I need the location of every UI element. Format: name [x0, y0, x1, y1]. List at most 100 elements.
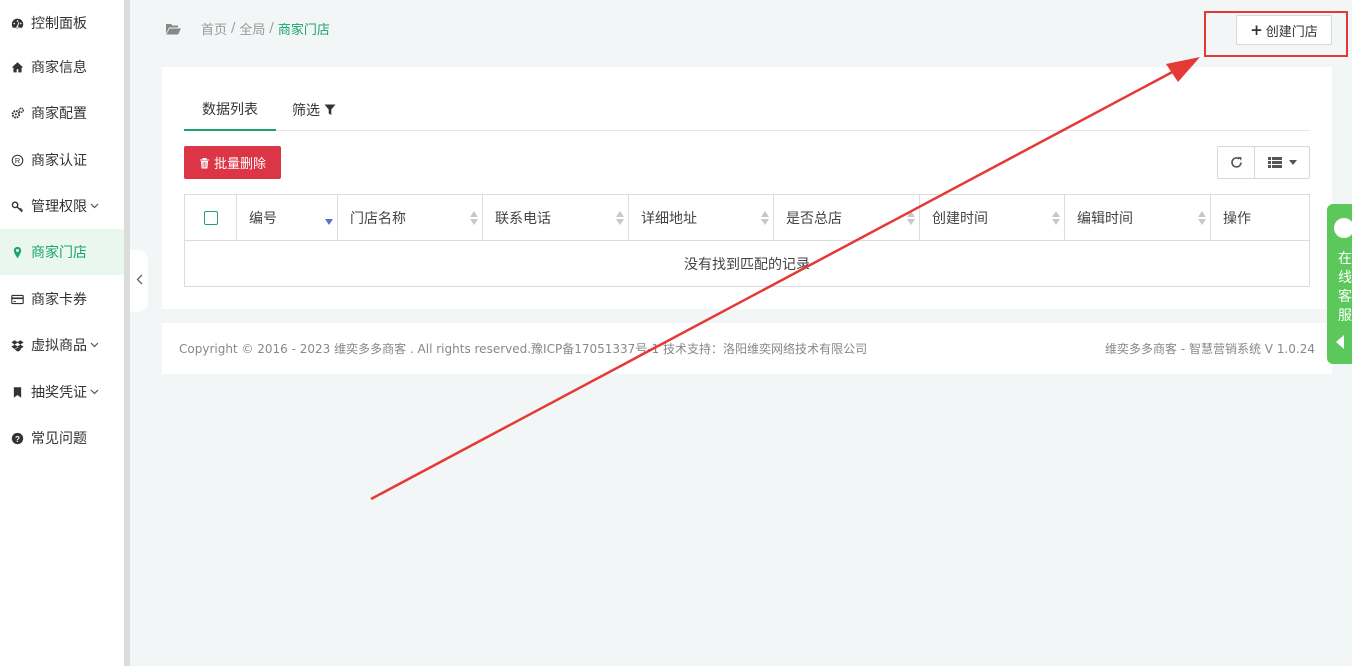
tab-bar: 数据列表 筛选 — [184, 89, 1310, 131]
table-empty-row: 没有找到匹配的记录 — [185, 241, 1309, 286]
home-icon — [9, 59, 25, 75]
breadcrumb: 首页 / 全局 / 商家门店 — [165, 19, 330, 38]
sort-both-icon — [1198, 211, 1206, 225]
sidebar-item-label: 控制面板 — [31, 16, 87, 32]
caret-down-icon — [1288, 160, 1297, 165]
sidebar-item-merchant-config[interactable]: 商家配置 — [0, 90, 124, 136]
credit-card-icon — [9, 291, 25, 307]
map-marker-icon — [9, 244, 25, 260]
chevron-down-icon — [90, 389, 99, 395]
breadcrumb-current: 商家门店 — [277, 23, 330, 38]
column-header-actions: 操作 — [1211, 195, 1309, 241]
sidebar-item-stores[interactable]: 商家门店 — [0, 229, 124, 275]
tab-filter[interactable]: 筛选 — [292, 89, 336, 131]
columns-toggle-button[interactable] — [1255, 146, 1310, 179]
column-header-is-headquarters[interactable]: 是否总店 — [774, 195, 920, 241]
sidebar-item-label: 常见问题 — [31, 431, 87, 447]
plus-icon: + — [1250, 21, 1263, 39]
create-store-label: 创建门店 — [1265, 24, 1318, 40]
column-header-store-name[interactable]: 门店名称 — [338, 195, 483, 241]
sidebar-item-label: 管理权限 — [31, 199, 87, 215]
main-panel: 数据列表 筛选 批量删除 编号 门店名称 联系电话 详细地址 是否总店 创建时间… — [162, 67, 1332, 309]
sidebar-item-label: 商家信息 — [31, 60, 87, 76]
sidebar-item-label: 商家卡券 — [31, 292, 87, 308]
sidebar-item-faq[interactable]: ? 常见问题 — [0, 415, 124, 461]
bookmark-icon — [9, 384, 25, 400]
breadcrumb-global-link[interactable]: 全局 — [239, 19, 265, 38]
table-header: 编号 门店名称 联系电话 详细地址 是否总店 创建时间 编辑时间 操作 — [185, 195, 1309, 241]
column-label: 是否总店 — [786, 211, 842, 227]
dashboard-icon — [9, 15, 25, 31]
breadcrumb-separator: / — [231, 21, 236, 36]
sidebar-collapse-button[interactable] — [130, 250, 148, 312]
chevron-down-icon — [90, 203, 99, 209]
refresh-icon — [1230, 156, 1242, 168]
tab-label: 筛选 — [292, 103, 320, 119]
column-label: 编辑时间 — [1077, 211, 1133, 227]
sort-desc-icon — [325, 219, 333, 225]
column-label: 详细地址 — [641, 211, 697, 227]
chevron-left-icon — [136, 273, 143, 289]
sidebar-item-permissions[interactable]: 管理权限 — [0, 183, 124, 229]
list-icon — [1267, 157, 1282, 168]
sidebar-item-coupons[interactable]: 商家卡券 — [0, 276, 124, 322]
filter-icon — [324, 104, 336, 115]
stores-table: 编号 门店名称 联系电话 详细地址 是否总店 创建时间 编辑时间 操作 没有找到… — [184, 194, 1310, 287]
sidebar-item-label: 虚拟商品 — [31, 338, 87, 354]
sort-both-icon — [470, 211, 478, 225]
breadcrumb-separator: / — [269, 21, 274, 36]
table-toolbar — [1217, 146, 1310, 179]
sidebar-divider — [124, 0, 130, 666]
sidebar-item-merchant-info[interactable]: 商家信息 — [0, 44, 124, 90]
column-header-address[interactable]: 详细地址 — [629, 195, 774, 241]
batch-delete-button[interactable]: 批量删除 — [184, 146, 281, 179]
folder-open-icon — [165, 22, 181, 36]
select-all-checkbox[interactable] — [203, 211, 218, 225]
tab-data-list[interactable]: 数据列表 — [184, 89, 276, 131]
key-icon — [9, 198, 25, 214]
column-header-updated-at[interactable]: 编辑时间 — [1065, 195, 1211, 241]
question-circle-icon: ? — [9, 430, 25, 446]
create-store-button[interactable]: + 创建门店 — [1236, 15, 1332, 45]
sidebar-item-label: 抽奖凭证 — [31, 385, 87, 401]
column-header-created-at[interactable]: 创建时间 — [920, 195, 1065, 241]
footer: Copyright © 2016 - 2023 维奕多多商客 . All rig… — [162, 323, 1332, 374]
sidebar: 控制面板 商家信息 商家配置 R 商家认证 管理权限 商家门店 商家卡券 虚拟商… — [0, 0, 124, 666]
chevron-down-icon — [90, 342, 99, 348]
batch-delete-label: 批量删除 — [213, 157, 266, 172]
empty-message: 没有找到匹配的记录 — [684, 256, 810, 273]
caret-left-icon — [1336, 335, 1344, 349]
sort-both-icon — [616, 211, 624, 225]
tab-label: 数据列表 — [202, 102, 258, 118]
svg-text:R: R — [14, 156, 19, 165]
sort-both-icon — [761, 211, 769, 225]
column-label: 编号 — [249, 211, 277, 227]
column-header-id[interactable]: 编号 — [237, 195, 338, 241]
sidebar-item-dashboard[interactable]: 控制面板 — [0, 0, 124, 46]
column-label: 联系电话 — [495, 211, 551, 227]
column-label: 门店名称 — [350, 211, 406, 227]
gears-icon — [9, 105, 25, 121]
sidebar-item-lottery-vouchers[interactable]: 抽奖凭证 — [0, 369, 124, 415]
svg-text:?: ? — [15, 434, 20, 443]
breadcrumb-home-link[interactable]: 首页 — [201, 19, 227, 38]
column-label: 创建时间 — [932, 211, 988, 227]
footer-copyright: Copyright © 2016 - 2023 维奕多多商客 . All rig… — [179, 342, 868, 356]
trash-icon — [199, 157, 209, 168]
column-label: 操作 — [1223, 211, 1251, 227]
online-service-widget[interactable]: 在线客服 — [1327, 204, 1352, 364]
registered-icon: R — [9, 152, 25, 168]
sidebar-item-merchant-auth[interactable]: R 商家认证 — [0, 137, 124, 183]
refresh-button[interactable] — [1217, 146, 1255, 179]
sort-both-icon — [907, 211, 915, 225]
sort-both-icon — [1052, 211, 1060, 225]
footer-version: 维奕多多商客 - 智慧营销系统 V 1.0.24 — [1105, 342, 1315, 356]
sidebar-item-label: 商家门店 — [31, 245, 87, 261]
sidebar-item-label: 商家配置 — [31, 106, 87, 122]
chat-bubble-icon — [1334, 218, 1352, 238]
column-header-phone[interactable]: 联系电话 — [483, 195, 629, 241]
select-all-header — [185, 195, 237, 241]
sidebar-item-virtual-goods[interactable]: 虚拟商品 — [0, 322, 124, 368]
sidebar-item-label: 商家认证 — [31, 153, 87, 169]
online-service-label: 在线客服 — [1338, 251, 1352, 324]
